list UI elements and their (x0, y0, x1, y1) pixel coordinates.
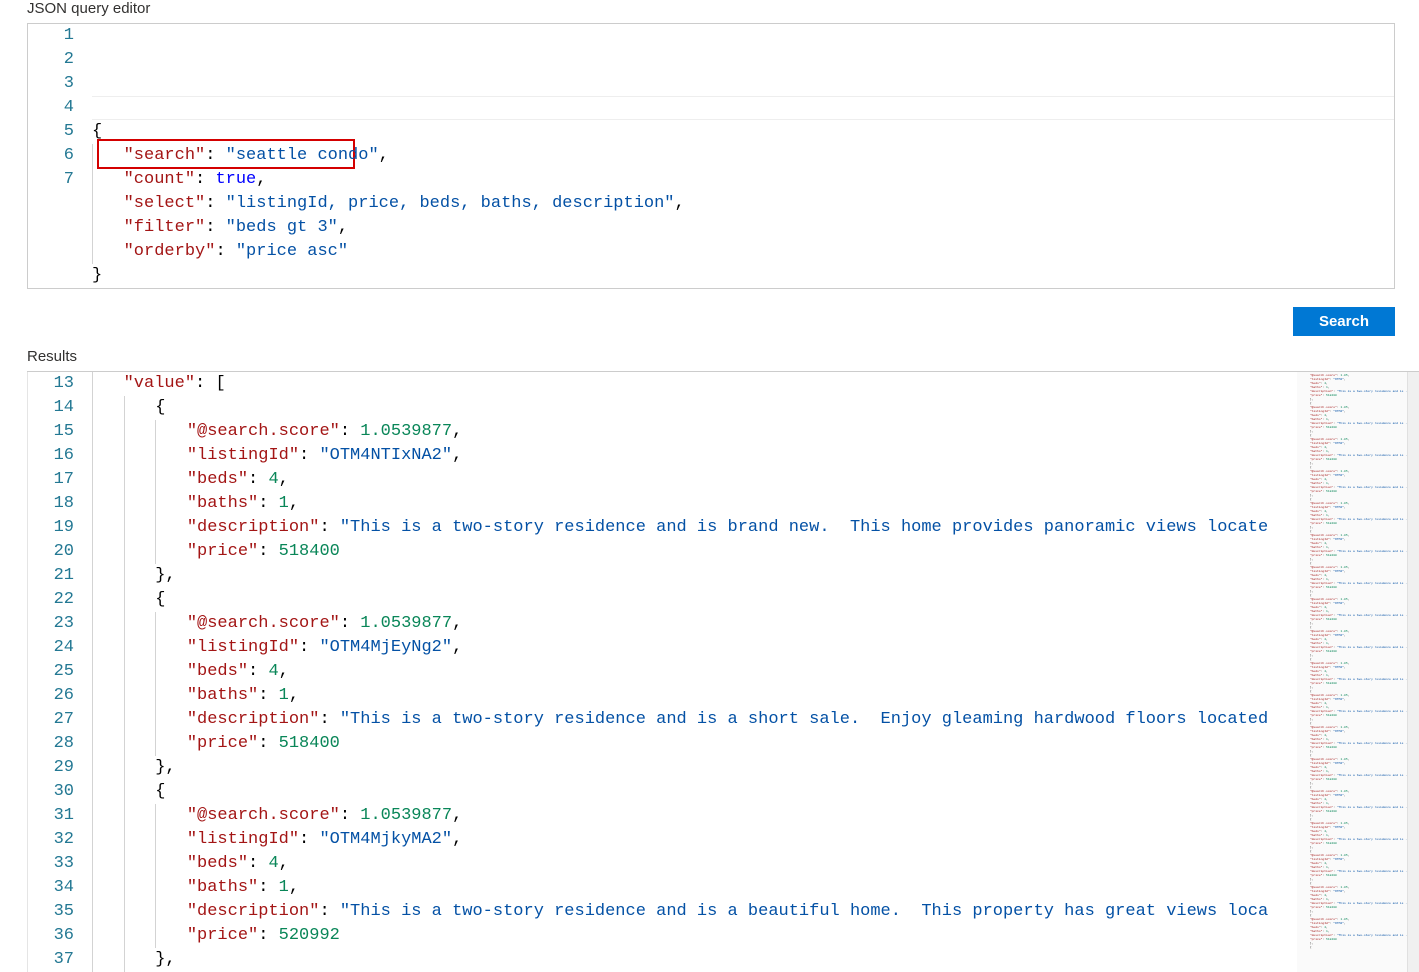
minimap[interactable]: "@search.score": 1.05, "listingId": "OTM… (1297, 372, 1407, 972)
results-title: Results (3, 348, 1419, 371)
results-gutter: 1314151617181920212223242526272829303132… (28, 372, 92, 972)
search-button[interactable]: Search (1293, 307, 1395, 336)
results-editor[interactable]: 1314151617181920212223242526272829303132… (27, 371, 1419, 972)
scrollbar[interactable] (1407, 372, 1419, 972)
editor-title: JSON query editor (3, 0, 1419, 23)
query-editor[interactable]: 1234567 { "search": "seattle condo", "co… (27, 23, 1395, 289)
query-gutter: 1234567 (28, 24, 92, 288)
